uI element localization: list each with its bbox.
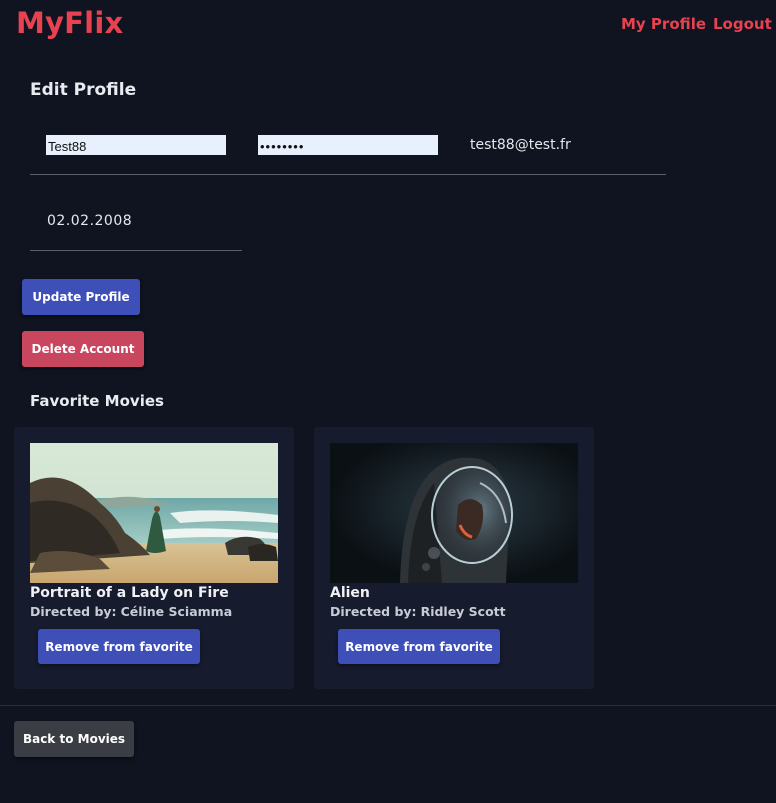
movie-title: Portrait of a Lady on Fire bbox=[30, 585, 229, 601]
password-input[interactable] bbox=[258, 135, 438, 155]
username-input[interactable] bbox=[46, 135, 226, 155]
beach-scene-image[interactable] bbox=[30, 443, 278, 583]
remove-from-favorite-button[interactable]: Remove from favorite bbox=[38, 629, 200, 664]
birthday-field[interactable]: 02.02.2008 bbox=[47, 213, 132, 229]
email-field[interactable]: test88@test.fr bbox=[470, 137, 571, 153]
update-profile-button[interactable]: Update Profile bbox=[22, 279, 140, 315]
movie-director: Directed by: Ridley Scott bbox=[330, 604, 506, 619]
brand-logo[interactable]: MyFlix bbox=[16, 6, 123, 40]
director-label: Directed by: bbox=[30, 604, 117, 619]
astronaut-helmet-image[interactable] bbox=[330, 443, 578, 583]
divider bbox=[30, 250, 242, 251]
movie-director: Directed by: Céline Sciamma bbox=[30, 604, 232, 619]
divider bbox=[30, 174, 666, 175]
remove-from-favorite-button[interactable]: Remove from favorite bbox=[338, 629, 500, 664]
movie-card: Portrait of a Lady on Fire Directed by: C… bbox=[14, 427, 294, 689]
nav-link-my-profile[interactable]: My Profile bbox=[621, 15, 706, 33]
movie-card: Alien Directed by: Ridley Scott Remove fr… bbox=[314, 427, 594, 689]
movie-title: Alien bbox=[330, 585, 370, 601]
delete-account-button[interactable]: Delete Account bbox=[22, 331, 144, 367]
director-label: Directed by: bbox=[330, 604, 417, 619]
profile-page: MyFlix My Profile Logout Edit Profile te… bbox=[0, 0, 776, 803]
director-name: Céline Sciamma bbox=[120, 604, 233, 619]
favorite-movies-title: Favorite Movies bbox=[30, 392, 164, 410]
footer-divider bbox=[0, 705, 776, 706]
edit-profile-title: Edit Profile bbox=[30, 80, 137, 100]
nav-link-logout[interactable]: Logout bbox=[713, 15, 772, 33]
director-name: Ridley Scott bbox=[420, 604, 506, 619]
back-to-movies-button[interactable]: Back to Movies bbox=[14, 721, 134, 757]
